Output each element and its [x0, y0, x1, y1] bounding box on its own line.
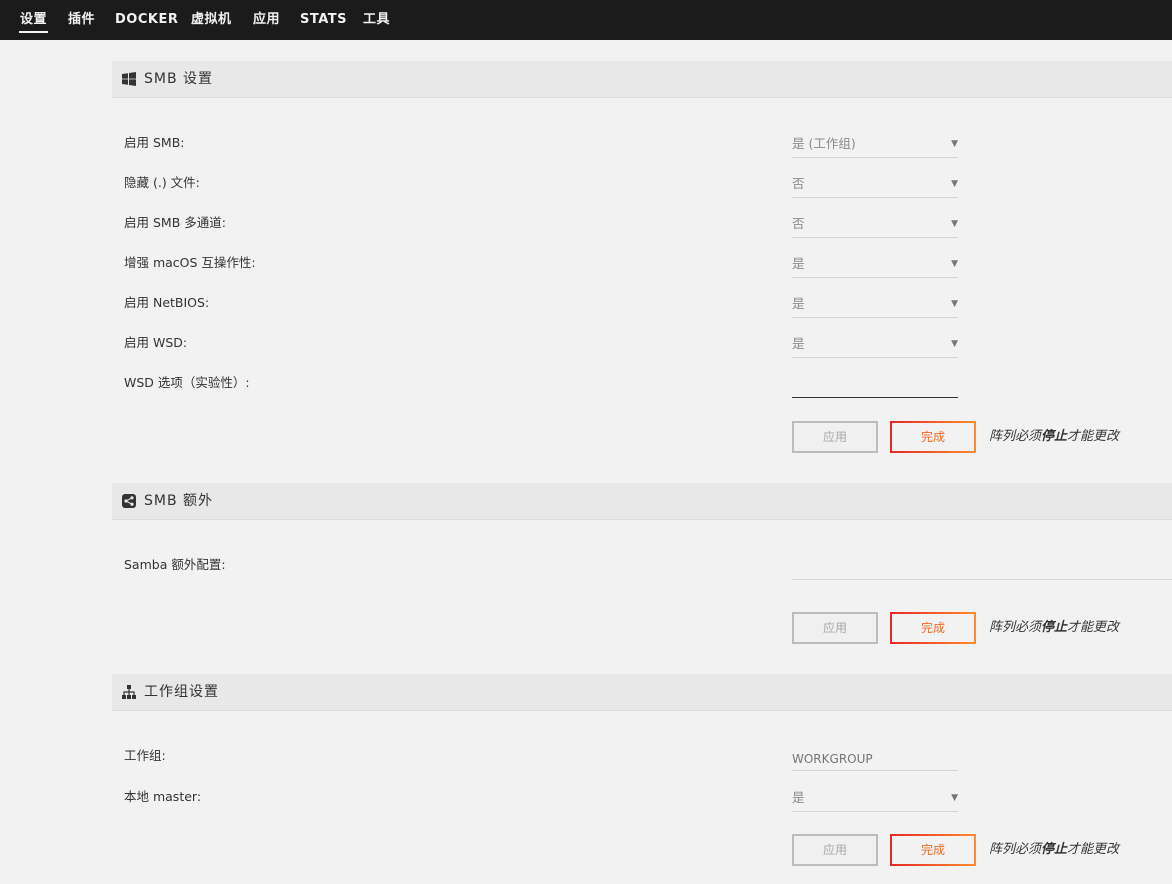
- wsd-options-input[interactable]: [792, 374, 958, 398]
- enable-smb-value: 是 (工作组): [792, 136, 856, 151]
- nav-tab-vms[interactable]: 虚拟机: [191, 11, 232, 28]
- macos-interop-select[interactable]: 是 ▼: [792, 254, 958, 278]
- chevron-down-icon: ▼: [951, 259, 958, 269]
- hide-dot-files-select[interactable]: 否 ▼: [792, 174, 958, 198]
- workgroup-input[interactable]: [792, 747, 958, 771]
- chevron-down-icon: ▼: [951, 179, 958, 189]
- chevron-down-icon: ▼: [951, 139, 958, 149]
- nav-tab-plugins[interactable]: 插件: [68, 11, 95, 28]
- workgroup-label: 工作组:: [124, 748, 166, 763]
- smb-multichannel-label: 启用 SMB 多通道:: [124, 215, 226, 230]
- smb-settings-apply-button[interactable]: 应用: [792, 421, 878, 453]
- workgroup-settings-header: 工作组设置: [112, 674, 1172, 711]
- wsd-value: 是: [792, 336, 805, 351]
- netbios-select[interactable]: 是 ▼: [792, 294, 958, 318]
- smb-extra-apply-button[interactable]: 应用: [792, 612, 878, 644]
- top-navigation: 设置 插件 DOCKER 虚拟机 应用 STATS 工具: [0, 0, 1172, 40]
- smb-multichannel-select[interactable]: 否 ▼: [792, 214, 958, 238]
- enable-smb-label: 启用 SMB:: [124, 135, 185, 150]
- workgroup-apply-button[interactable]: 应用: [792, 834, 878, 866]
- netbios-value: 是: [792, 296, 805, 311]
- hide-dot-files-value: 否: [792, 176, 805, 191]
- smb-multichannel-value: 否: [792, 216, 805, 231]
- smb-settings-title: SMB 设置: [144, 71, 214, 87]
- macos-interop-value: 是: [792, 256, 805, 271]
- local-master-value: 是: [792, 790, 805, 805]
- nav-tab-settings[interactable]: 设置: [18, 11, 49, 33]
- nav-tab-stats[interactable]: STATS: [300, 11, 347, 28]
- smb-extra-title: SMB 额外: [144, 493, 214, 509]
- array-stop-note: 阵列必须停止才能更改: [989, 620, 1120, 635]
- wsd-label: 启用 WSD:: [124, 335, 188, 350]
- enable-smb-select[interactable]: 是 (工作组) ▼: [792, 134, 958, 158]
- nav-tab-apps[interactable]: 应用: [253, 11, 280, 28]
- local-master-select[interactable]: 是 ▼: [792, 788, 958, 812]
- sitemap-icon: [122, 685, 136, 699]
- array-stop-note: 阵列必须停止才能更改: [989, 429, 1120, 444]
- smb-settings-done-button[interactable]: 完成: [890, 421, 976, 453]
- share-icon: [122, 494, 136, 508]
- nav-tab-tools[interactable]: 工具: [363, 11, 390, 28]
- smb-extra-done-button[interactable]: 完成: [890, 612, 976, 644]
- smb-extra-header: SMB 额外: [112, 483, 1172, 520]
- smb-settings-header: SMB 设置: [112, 61, 1172, 98]
- workgroup-done-button[interactable]: 完成: [890, 834, 976, 866]
- workgroup-settings-title: 工作组设置: [144, 684, 219, 700]
- wsd-options-label: WSD 选项（实验性）:: [124, 375, 250, 390]
- wsd-select[interactable]: 是 ▼: [792, 334, 958, 358]
- local-master-label: 本地 master:: [124, 789, 202, 804]
- netbios-label: 启用 NetBIOS:: [124, 295, 210, 310]
- samba-extra-input[interactable]: [792, 556, 1172, 580]
- macos-interop-label: 增强 macOS 互操作性:: [124, 255, 256, 270]
- array-stop-note: 阵列必须停止才能更改: [989, 842, 1120, 857]
- chevron-down-icon: ▼: [951, 299, 958, 309]
- hide-dot-files-label: 隐藏 (.) 文件:: [124, 175, 200, 190]
- chevron-down-icon: ▼: [951, 219, 958, 229]
- nav-tab-docker[interactable]: DOCKER: [115, 11, 178, 28]
- chevron-down-icon: ▼: [951, 793, 958, 803]
- samba-extra-label: Samba 额外配置:: [124, 557, 226, 572]
- chevron-down-icon: ▼: [951, 339, 958, 349]
- windows-icon: [122, 72, 136, 86]
